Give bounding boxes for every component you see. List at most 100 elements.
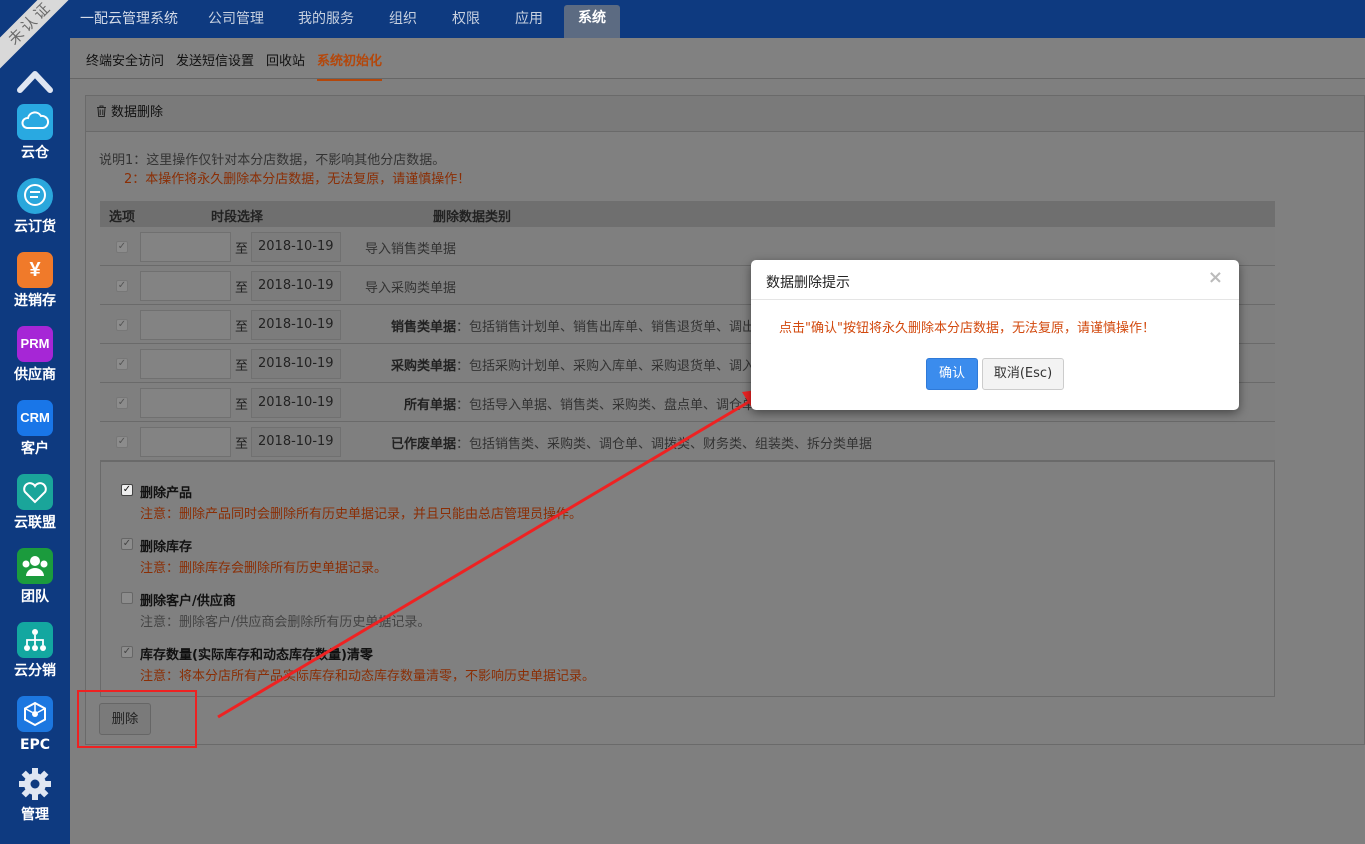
category-detail: ：包括销售类、采购类、调仓单、调拨类、财务类、组装类、拆分类单据 bbox=[456, 437, 873, 452]
category-name: 所有单据 bbox=[404, 398, 457, 413]
start-date-input[interactable] bbox=[140, 388, 231, 418]
gear-icon bbox=[17, 766, 53, 802]
to-label: 至 bbox=[235, 359, 249, 374]
collapse-chevron-up-icon[interactable] bbox=[16, 66, 54, 94]
team-icon bbox=[17, 548, 53, 584]
delete-confirm-dialog: 数据删除提示 × 点击"确认"按钮将永久删除本分店数据，无法复原，请谨慎操作！ … bbox=[751, 260, 1239, 410]
sub-navigation: 终端安全访问 发送短信设置 回收站 系统初始化 bbox=[70, 38, 1365, 81]
row-checkbox[interactable]: ✓ bbox=[116, 319, 128, 331]
sidebar-item-gongyingshang[interactable]: PRM 供应商 bbox=[0, 326, 70, 400]
topnav-system[interactable]: 系统 bbox=[564, 5, 620, 38]
confirm-button[interactable]: 确认 bbox=[926, 358, 978, 390]
topnav-company[interactable]: 公司管理 bbox=[208, 0, 264, 38]
category-detail: ：包括采购计划单、采购入库单、采购退货单、调入 bbox=[456, 359, 756, 374]
sidebar-item-guanli[interactable]: 管理 bbox=[0, 766, 70, 840]
sidebar-item-yundinghuo[interactable]: 云订货 bbox=[0, 178, 70, 252]
subnav-terminal-security[interactable]: 终端安全访问 bbox=[86, 50, 164, 69]
option-note: 注意：删除产品同时会删除所有历史单据记录，并且只能由总店管理员操作。 bbox=[140, 507, 583, 522]
option-checkbox[interactable] bbox=[121, 592, 133, 604]
note-2: 2：本操作将永久删除本分店数据，无法复原，请谨慎操作！ bbox=[124, 172, 471, 187]
topnav-apps[interactable]: 应用 bbox=[515, 0, 543, 38]
end-date-input[interactable]: 2018-10-19 bbox=[251, 427, 341, 457]
topnav-services[interactable]: 我的服务 bbox=[298, 0, 354, 38]
end-date-input[interactable]: 2018-10-19 bbox=[251, 349, 341, 379]
end-date-input[interactable]: 2018-10-19 bbox=[251, 271, 341, 301]
category-desc: 所有单据：包括导入单据、销售类、采购类、盘点单、调仓单 bbox=[404, 394, 755, 413]
category-desc: 采购类单据：包括采购计划单、采购入库单、采购退货单、调入 bbox=[391, 355, 755, 374]
option-note: 注意：删除客户/供应商会删除所有历史单据记录。 bbox=[140, 615, 431, 630]
row-checkbox[interactable]: ✓ bbox=[116, 241, 128, 253]
data-delete-panel: 数据删除 说明1：这里操作仅针对本分店数据，不影响其他分店数据。 2：本操作将永… bbox=[85, 95, 1365, 745]
unverified-ribbon: 未认证 bbox=[0, 0, 81, 74]
row-checkbox[interactable]: ✓ bbox=[116, 358, 128, 370]
category-detail: ：包括导入单据、销售类、采购类、盘点单、调仓单 bbox=[456, 398, 756, 413]
category-name: 导入采购类单据 bbox=[365, 281, 457, 296]
dialog-message: 点击"确认"按钮将永久删除本分店数据，无法复原，请谨慎操作！ bbox=[779, 321, 1155, 336]
option-note: 注意：将本分店所有产品实际库存和动态库存数量清零，不影响历史单据记录。 bbox=[140, 669, 596, 684]
category-name: 采购类单据 bbox=[391, 359, 457, 374]
row-checkbox[interactable]: ✓ bbox=[116, 436, 128, 448]
close-icon[interactable]: × bbox=[1208, 267, 1223, 288]
row-checkbox[interactable]: ✓ bbox=[116, 397, 128, 409]
brand-title[interactable]: 一配云管理系统 bbox=[80, 0, 178, 38]
sidebar-item-yuncang[interactable]: 云仓 bbox=[0, 104, 70, 178]
category-desc: 销售类单据：包括销售计划单、销售出库单、销售退货单、调出 bbox=[391, 316, 755, 335]
chat-icon bbox=[17, 178, 53, 214]
header-option: 选项 bbox=[109, 210, 136, 225]
option-checkbox[interactable]: ✓ bbox=[121, 538, 133, 550]
start-date-input[interactable] bbox=[140, 310, 231, 340]
end-date-input[interactable]: 2018-10-19 bbox=[251, 310, 341, 340]
to-label: 至 bbox=[235, 320, 249, 335]
distribution-icon bbox=[17, 622, 53, 658]
to-label: 至 bbox=[235, 398, 249, 413]
trash-icon bbox=[97, 105, 106, 117]
category-desc: 导入采购类单据 bbox=[365, 277, 456, 296]
heart-hands-icon bbox=[17, 474, 53, 510]
yuan-icon: ¥ bbox=[17, 252, 53, 288]
subnav-recycle-bin[interactable]: 回收站 bbox=[266, 50, 305, 69]
start-date-input[interactable] bbox=[140, 349, 231, 379]
header-category: 删除数据类别 bbox=[433, 210, 512, 225]
dialog-header: 数据删除提示 × bbox=[751, 260, 1239, 300]
category-desc: 导入销售类单据 bbox=[365, 238, 456, 257]
options-box: ✓ 删除产品 注意：删除产品同时会删除所有历史单据记录，并且只能由总店管理员操作… bbox=[100, 461, 1275, 697]
end-date-input[interactable]: 2018-10-19 bbox=[251, 388, 341, 418]
header-period: 时段选择 bbox=[211, 210, 264, 225]
note-1: 说明1：这里操作仅针对本分店数据，不影响其他分店数据。 bbox=[99, 153, 446, 168]
subnav-system-init[interactable]: 系统初始化 bbox=[317, 50, 383, 81]
row-checkbox[interactable]: ✓ bbox=[116, 280, 128, 292]
option-checkbox[interactable]: ✓ bbox=[121, 646, 133, 658]
end-date-input[interactable]: 2018-10-19 bbox=[251, 232, 341, 262]
subnav-sms-settings[interactable]: 发送短信设置 bbox=[176, 50, 254, 69]
start-date-input[interactable] bbox=[140, 427, 231, 457]
crm-icon: CRM bbox=[17, 400, 53, 436]
sidebar-item-yunfenxiao[interactable]: 云分销 bbox=[0, 622, 70, 696]
to-label: 至 bbox=[235, 242, 249, 257]
sidebar-item-yunlianmeng[interactable]: 云联盟 bbox=[0, 474, 70, 548]
to-label: 至 bbox=[235, 437, 249, 452]
option-title: 删除库存 bbox=[140, 540, 193, 555]
start-date-input[interactable] bbox=[140, 232, 231, 262]
annotation-highlight-box bbox=[77, 690, 197, 748]
dialog-title: 数据删除提示 bbox=[766, 275, 850, 291]
panel-header: 数据删除 bbox=[86, 96, 1364, 132]
sidebar: 未认证 云仓 云订货 ¥ 进销存 PRM 供应商 CRM 客户 云联盟 团队 云… bbox=[0, 0, 81, 844]
sidebar-item-kehu[interactable]: CRM 客户 bbox=[0, 400, 70, 474]
panel-title: 数据删除 bbox=[111, 105, 164, 120]
option-checkbox[interactable]: ✓ bbox=[121, 484, 133, 496]
option-title: 删除产品 bbox=[140, 486, 193, 501]
category-name: 销售类单据 bbox=[391, 320, 457, 335]
sidebar-item-jinxiaocun[interactable]: ¥ 进销存 bbox=[0, 252, 70, 326]
option-title: 库存数量(实际库存和动态库存数量)清零 bbox=[140, 648, 373, 663]
cancel-button[interactable]: 取消(Esc) bbox=[982, 358, 1064, 390]
sidebar-item-tuandui[interactable]: 团队 bbox=[0, 548, 70, 622]
category-desc: 已作废单据：包括销售类、采购类、调仓单、调拨类、财务类、组装类、拆分类单据 bbox=[391, 433, 872, 452]
prm-icon: PRM bbox=[17, 326, 53, 362]
category-name: 已作废单据 bbox=[391, 437, 457, 452]
topnav-permission[interactable]: 权限 bbox=[452, 0, 480, 38]
start-date-input[interactable] bbox=[140, 271, 231, 301]
table-row: ✓ 至 2018-10-19 已作废单据：包括销售类、采购类、调仓单、调拨类、财… bbox=[100, 422, 1275, 461]
topnav-org[interactable]: 组织 bbox=[389, 0, 417, 38]
top-navigation: 一配云管理系统 公司管理 我的服务 组织 权限 应用 系统 bbox=[70, 0, 1365, 38]
sidebar-item-epc[interactable]: EPC bbox=[0, 696, 70, 770]
